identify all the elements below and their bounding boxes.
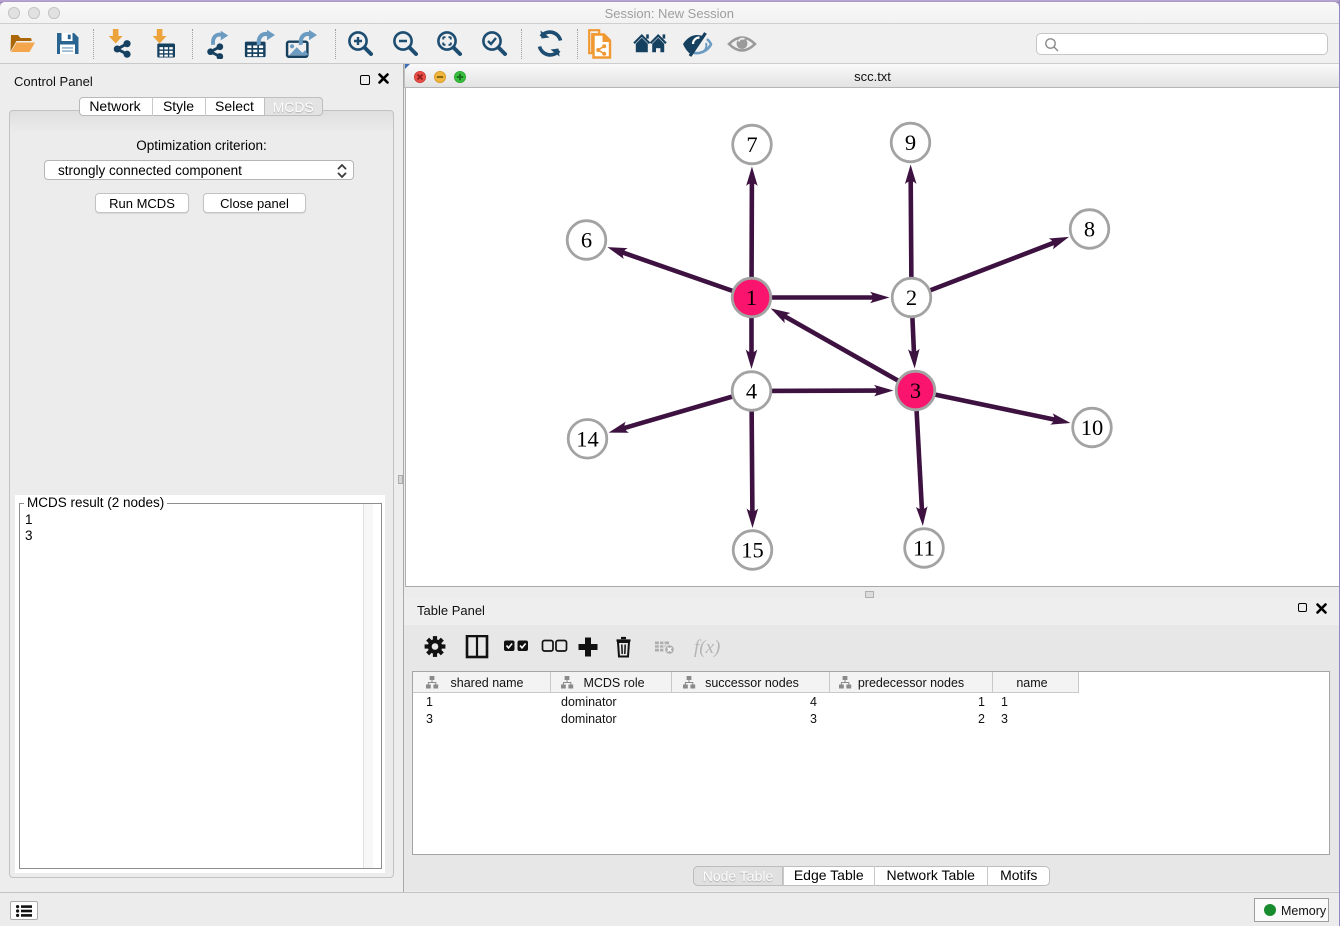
svg-text:4: 4 <box>745 379 756 404</box>
svg-text:6: 6 <box>580 228 591 253</box>
svg-text:15: 15 <box>741 538 764 563</box>
svg-text:3: 3 <box>909 378 920 403</box>
svg-text:9: 9 <box>904 130 915 155</box>
svg-text:f(x): f(x) <box>694 637 720 658</box>
svg-text:8: 8 <box>1083 217 1094 242</box>
svg-text:10: 10 <box>1080 415 1103 440</box>
svg-text:successor nodes: successor nodes <box>705 676 799 690</box>
svg-text:7: 7 <box>746 132 757 157</box>
svg-text:predecessor nodes: predecessor nodes <box>858 676 964 690</box>
svg-text:name: name <box>1016 676 1047 690</box>
svg-text:11: 11 <box>913 536 935 561</box>
svg-text:MCDS role: MCDS role <box>583 676 644 690</box>
svg-text:2: 2 <box>905 285 916 310</box>
svg-text:14: 14 <box>576 426 599 451</box>
svg-text:1: 1 <box>745 285 756 310</box>
svg-text:shared name: shared name <box>451 676 524 690</box>
